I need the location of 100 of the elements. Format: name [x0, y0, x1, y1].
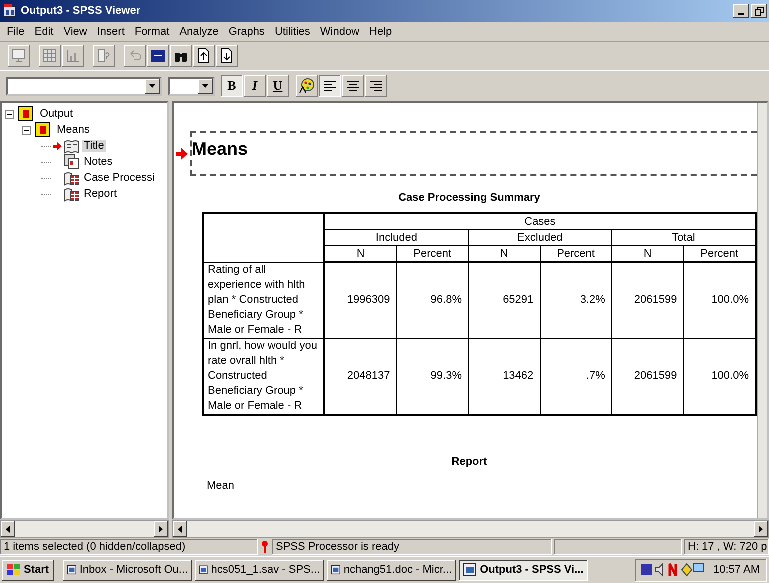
report-title: Report — [450, 456, 488, 468]
help-button[interactable] — [93, 45, 115, 67]
find-button[interactable] — [170, 45, 192, 67]
bold-button[interactable]: B — [221, 75, 243, 97]
table-cell: 65291 — [468, 262, 540, 338]
monitor-icon — [11, 48, 27, 64]
column-header: N — [612, 246, 684, 262]
align-right-button[interactable] — [365, 75, 387, 97]
start-button[interactable]: Start — [2, 560, 54, 580]
tree-item[interactable]: Report — [82, 188, 120, 200]
italic-button[interactable]: I — [244, 75, 266, 97]
app-icon — [463, 563, 478, 577]
scroll-right-icon — [159, 526, 163, 532]
table-item-icon — [64, 170, 80, 186]
chart-icon — [65, 48, 81, 64]
font-name-field[interactable] — [6, 76, 162, 96]
column-header: Percent — [540, 246, 612, 262]
status-text: SPSS Processor is ready — [272, 539, 552, 555]
column-header: N — [324, 246, 397, 262]
menu-item[interactable]: Window — [315, 26, 365, 38]
scroll-right-icon — [759, 526, 763, 532]
status-text: 1 items selected (0 hidden/collapsed) — [0, 539, 258, 555]
menu-item[interactable]: Graphs — [224, 26, 270, 38]
restore-icon — [754, 6, 764, 16]
minimize-button[interactable] — [733, 4, 749, 18]
menu-item[interactable]: View — [58, 26, 92, 38]
monitor-button[interactable] — [8, 45, 30, 67]
menu-item[interactable]: Format — [130, 26, 175, 38]
notes-item-icon — [64, 154, 80, 170]
menu-item[interactable]: File — [2, 26, 30, 38]
chart-button[interactable] — [62, 45, 84, 67]
align-center-icon — [346, 80, 360, 92]
output-heading: Means — [192, 139, 248, 159]
help-icon — [96, 48, 112, 64]
grid-button[interactable] — [39, 45, 61, 67]
report-text: Mean — [207, 480, 236, 492]
down-button[interactable] — [216, 45, 238, 67]
text-color-button[interactable] — [296, 75, 318, 97]
window-title: Output3 - SPSS Viewer — [21, 5, 142, 17]
menu-item[interactable]: Utilities — [270, 26, 316, 38]
row-label: Rating of all experience with hlth plan * Constructed Beneficiary Group * Male or Female - R — [203, 262, 324, 338]
column-header: Excluded — [468, 230, 612, 246]
clock: 10:57 AM — [714, 564, 760, 576]
table-cell: 2048137 — [324, 338, 397, 414]
vertical-scrollbar[interactable] — [757, 103, 767, 518]
palette-icon — [299, 78, 315, 94]
align-left-button[interactable] — [319, 75, 341, 97]
horizontal-scrollbar[interactable] — [0, 520, 169, 538]
table-item-icon — [64, 186, 80, 202]
tree-item[interactable]: Means — [55, 124, 92, 136]
tray-icons-drawing — [640, 562, 706, 578]
taskbar-button[interactable]: Output3 - SPSS Vi... — [459, 560, 588, 580]
current-item-arrow-icon — [176, 148, 188, 160]
tree-item[interactable]: Title — [82, 140, 106, 152]
scroll-left-icon — [6, 526, 10, 532]
horizontal-scrollbar[interactable] — [172, 520, 769, 538]
taskbar-button[interactable]: nchang51.doc - Micr... — [327, 560, 456, 580]
column-header: N — [468, 246, 540, 262]
taskbar-button[interactable]: Inbox - Microsoft Ou... — [63, 560, 192, 580]
processor-status-icon — [260, 540, 270, 554]
table-title: Case Processing Summary — [398, 192, 542, 204]
table-cell: 3.2% — [540, 262, 612, 338]
book-icon — [35, 122, 51, 138]
grid-icon — [42, 48, 58, 64]
page-up-icon — [196, 48, 212, 64]
align-right-icon — [369, 80, 383, 92]
align-left-icon — [323, 80, 337, 92]
app-icon — [331, 563, 341, 577]
up-button[interactable] — [193, 45, 215, 67]
menu-item[interactable]: Insert — [92, 26, 130, 38]
tree-item[interactable]: Case Processi — [82, 172, 157, 184]
table-cell: 2061599 — [612, 262, 684, 338]
scroll-left-icon — [178, 526, 182, 532]
menu-item[interactable]: Analyze — [174, 26, 224, 38]
table-cell: 1996309 — [324, 262, 397, 338]
undo-button[interactable] — [124, 45, 146, 67]
restore-button[interactable] — [751, 4, 767, 18]
taskbar-button[interactable]: hcs051_1.sav - SPS... — [195, 560, 324, 580]
app-icon — [199, 563, 208, 577]
app-icon — [67, 563, 77, 577]
label-icon — [150, 48, 166, 64]
app-icon — [3, 4, 17, 18]
tree-item[interactable]: Output — [38, 108, 76, 120]
dropdown-arrow-icon — [202, 84, 209, 88]
underline-button[interactable]: U — [267, 75, 289, 97]
tree-item[interactable]: Notes — [82, 156, 115, 168]
collapse-icon[interactable] — [22, 126, 31, 134]
dropdown-arrow-icon — [149, 84, 156, 88]
collapse-icon[interactable] — [5, 110, 14, 118]
align-center-button[interactable] — [342, 75, 364, 97]
page-down-icon — [219, 48, 235, 64]
label-button[interactable] — [147, 45, 169, 67]
book-icon — [18, 106, 34, 122]
column-header: Included — [324, 230, 468, 246]
menu-item[interactable]: Help — [364, 26, 398, 38]
menu-item[interactable]: Edit — [30, 26, 59, 38]
font-size-field[interactable] — [168, 76, 215, 96]
title-item-icon — [64, 138, 80, 154]
column-header: Percent — [396, 246, 468, 262]
status-text: H: 17 , W: 720 p — [684, 539, 769, 555]
